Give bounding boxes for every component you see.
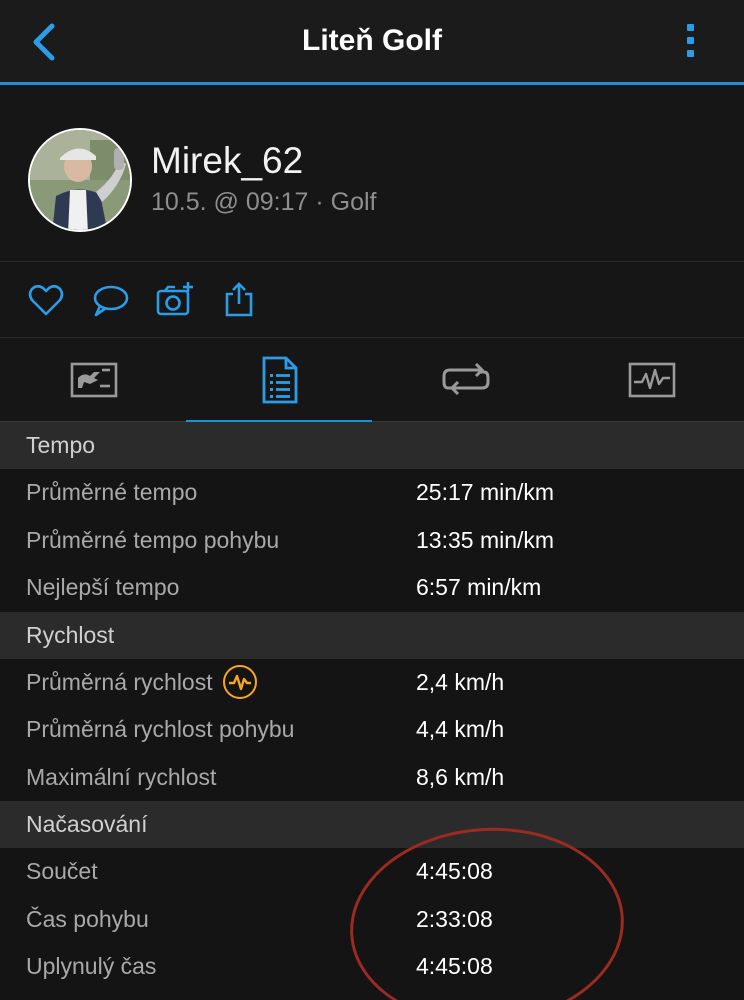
vertical-dots-icon xyxy=(676,20,704,57)
add-photo-button[interactable] xyxy=(155,280,195,320)
stat-label: Průměrná rychlost xyxy=(26,668,213,695)
stat-row: Průměrná rychlost pohybu 4,4 km/h xyxy=(0,706,744,754)
stat-label: Průměrné tempo xyxy=(26,479,198,505)
stat-label: Průměrná rychlost pohybu xyxy=(26,716,295,742)
stat-row: Nejlepší tempo 6:57 min/km xyxy=(0,564,744,612)
activity-screen: Liteň Golf Mirek_62 10.5. @ 09:17 · Golf xyxy=(0,0,744,1000)
stat-value: 4,4 km/h xyxy=(416,716,505,742)
profile-block: Mirek_62 10.5. @ 09:17 · Golf xyxy=(0,88,744,262)
stat-label: Maximální rychlost xyxy=(26,763,217,790)
scorecard-icon xyxy=(70,362,118,398)
stat-row: Průměrné tempo pohybu 13:35 min/km xyxy=(0,516,744,564)
add-photo-icon xyxy=(156,282,193,316)
tab-scorecard[interactable] xyxy=(0,338,186,422)
section-header-speed: Rychlost xyxy=(0,611,744,659)
avatar[interactable] xyxy=(28,128,132,232)
like-button[interactable] xyxy=(26,280,66,320)
tab-laps[interactable] xyxy=(372,338,558,422)
stat-value: 8,6 km/h xyxy=(416,763,505,790)
stat-value: 13:35 min/km xyxy=(416,526,555,553)
laps-icon xyxy=(442,362,490,396)
stat-label: Průměrné tempo pohybu xyxy=(26,526,280,553)
stat-row: Průměrné tempo 25:17 min/km xyxy=(0,469,744,517)
heart-rate-badge-icon[interactable] xyxy=(222,664,257,699)
stat-label: Nejlepší tempo xyxy=(26,574,180,600)
stat-row: Průměrná rychlost 2,4 km/h xyxy=(0,658,744,706)
more-options-button[interactable] xyxy=(676,20,704,64)
page-title: Liteň Golf xyxy=(302,24,442,57)
stat-label: Součet xyxy=(26,858,98,884)
stat-value: 6:57 min/km xyxy=(416,574,542,600)
share-button[interactable] xyxy=(220,280,260,320)
user-name[interactable]: Mirek_62 xyxy=(151,140,303,182)
stat-label: Čas pohybu xyxy=(26,905,149,932)
stat-label-wrap: Průměrná rychlost xyxy=(26,664,257,699)
activity-meta: 10.5. @ 09:17 · Golf xyxy=(151,188,377,216)
action-bar xyxy=(0,262,744,338)
chart-icon xyxy=(628,362,676,398)
tab-stats[interactable] xyxy=(186,338,372,423)
heart-icon xyxy=(28,284,64,316)
section-header-timing: Načasování xyxy=(0,801,744,848)
stats-list-icon xyxy=(262,356,298,404)
top-bar: Liteň Golf xyxy=(0,0,744,85)
tab-chart[interactable] xyxy=(558,338,744,422)
stat-value: 2,4 km/h xyxy=(416,668,505,695)
stat-row: Maximální rychlost 8,6 km/h xyxy=(0,753,744,801)
share-icon xyxy=(225,282,253,317)
comment-button[interactable] xyxy=(90,280,130,320)
section-header-tempo: Tempo xyxy=(0,422,744,469)
tab-bar xyxy=(0,338,744,423)
avatar-photo xyxy=(30,130,130,230)
stat-value: 25:17 min/km xyxy=(416,479,555,505)
stat-label: Uplynulý čas xyxy=(26,953,157,979)
comment-icon xyxy=(93,285,129,317)
